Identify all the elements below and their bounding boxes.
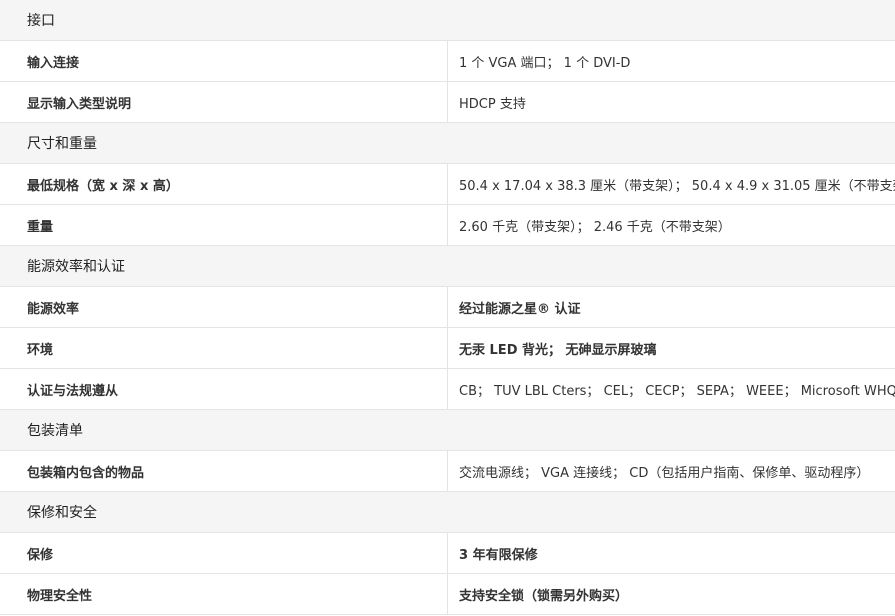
spec-row-certifications: 认证与法规遵从 CB； TUV LBL Cters； CEL； CECP； SE… (0, 368, 895, 410)
section-header-package-contents: 包装清单 (0, 409, 895, 451)
section-header-dimensions-weight: 尺寸和重量 (0, 122, 895, 164)
spec-label: 最低规格（宽 x 深 x 高） (0, 163, 448, 205)
spec-row-dimensions: 最低规格（宽 x 深 x 高） 50.4 x 17.04 x 38.3 厘米（带… (0, 163, 895, 205)
spec-value: 3 年有限保修 (447, 532, 895, 574)
spec-value: 交流电源线； VGA 连接线； CD（包括用户指南、保修单、驱动程序） (447, 450, 895, 492)
spec-label: 显示输入类型说明 (0, 81, 448, 123)
spec-row-box-contents: 包装箱内包含的物品 交流电源线； VGA 连接线； CD（包括用户指南、保修单、… (0, 450, 895, 492)
section-title: 接口 (0, 0, 895, 41)
section-header-interfaces: 接口 (0, 0, 895, 41)
spec-value: CB； TUV LBL Cters； CEL； CECP； SEPA； WEEE… (447, 368, 895, 410)
spec-row-warranty: 保修 3 年有限保修 (0, 532, 895, 574)
spec-value: 无汞 LED 背光； 无砷显示屏玻璃 (447, 327, 895, 369)
spec-row-display-input-type: 显示输入类型说明 HDCP 支持 (0, 81, 895, 123)
spec-value: 支持安全锁（锁需另外购买） (447, 573, 895, 615)
section-header-energy-certification: 能源效率和认证 (0, 245, 895, 287)
section-title: 尺寸和重量 (0, 122, 895, 164)
spec-label: 物理安全性 (0, 573, 448, 615)
spec-row-weight: 重量 2.60 千克（带支架）； 2.46 千克（不带支架） (0, 204, 895, 246)
spec-row-physical-security: 物理安全性 支持安全锁（锁需另外购买） (0, 573, 895, 615)
section-header-warranty-security: 保修和安全 (0, 491, 895, 533)
spec-value: 2.60 千克（带支架）； 2.46 千克（不带支架） (447, 204, 895, 246)
spec-label: 能源效率 (0, 286, 448, 328)
spec-row-input-connectors: 输入连接 1 个 VGA 端口； 1 个 DVI-D (0, 40, 895, 82)
section-title: 包装清单 (0, 409, 895, 451)
spec-value: 50.4 x 17.04 x 38.3 厘米（带支架）； 50.4 x 4.9 … (447, 163, 895, 205)
spec-label: 重量 (0, 204, 448, 246)
spec-label: 认证与法规遵从 (0, 368, 448, 410)
spec-label: 保修 (0, 532, 448, 574)
spec-value: 1 个 VGA 端口； 1 个 DVI-D (447, 40, 895, 82)
spec-label: 包装箱内包含的物品 (0, 450, 448, 492)
spec-table: 接口 输入连接 1 个 VGA 端口； 1 个 DVI-D 显示输入类型说明 H… (0, 0, 895, 615)
spec-row-energy-efficiency: 能源效率 经过能源之星® 认证 (0, 286, 895, 328)
spec-row-environment: 环境 无汞 LED 背光； 无砷显示屏玻璃 (0, 327, 895, 369)
spec-value: HDCP 支持 (447, 81, 895, 123)
section-title: 保修和安全 (0, 491, 895, 533)
section-title: 能源效率和认证 (0, 245, 895, 287)
spec-value: 经过能源之星® 认证 (447, 286, 895, 328)
spec-label: 环境 (0, 327, 448, 369)
spec-label: 输入连接 (0, 40, 448, 82)
